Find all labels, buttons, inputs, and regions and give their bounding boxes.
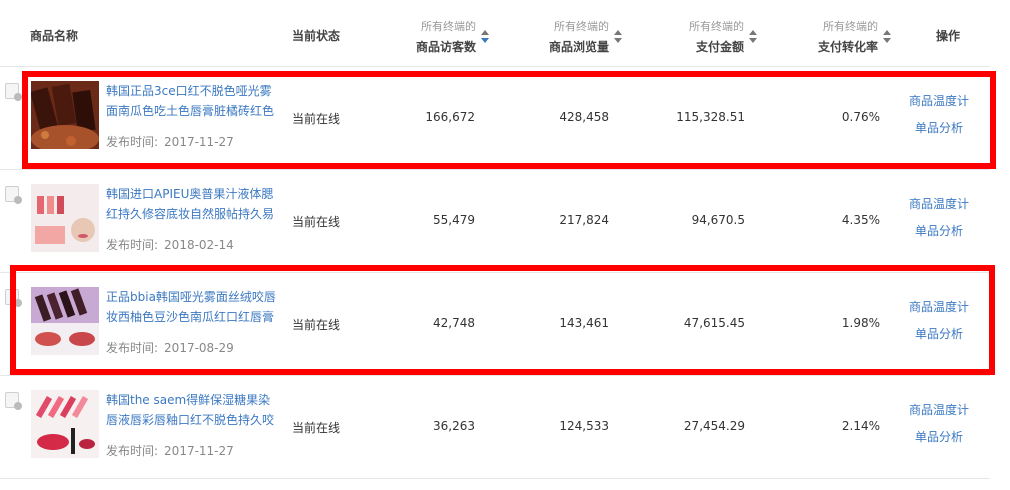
sort-icon[interactable] [748, 30, 758, 46]
row-checkbox[interactable] [5, 392, 22, 410]
row-checkbox[interactable] [5, 186, 22, 204]
check-icon [14, 196, 22, 204]
publish-date-value: 2017-11-27 [164, 135, 234, 149]
publish-date-value: 2017-11-27 [164, 444, 234, 458]
payment-value: 94,670.5 [691, 213, 745, 227]
product-thumbnail[interactable] [31, 184, 99, 252]
visitors-value: 36,263 [433, 419, 475, 433]
table-row: 韩国进口APIEU奥普果汁液体腮红持久修容底妆自然服帖持久易 发布时间: 2018… [0, 170, 990, 273]
publish-date-label: 发布时间: [106, 341, 159, 355]
column-header-views[interactable]: 所有终端的 商品浏览量 [503, 0, 623, 66]
publish-date-label: 发布时间: [106, 444, 159, 458]
status-text: 当前在线 [292, 112, 341, 126]
conversion-value: 2.14% [841, 419, 880, 433]
visitors-value: 42,748 [433, 316, 475, 330]
publish-date-label: 发布时间: [106, 135, 159, 149]
views-value: 124,533 [559, 419, 609, 433]
thermometer-link[interactable]: 商品温度计 [909, 298, 969, 315]
views-value: 217,824 [559, 213, 609, 227]
visitors-value: 55,479 [433, 213, 475, 227]
publish-date: 发布时间: 2018-02-14 [106, 236, 234, 253]
conversion-value: 1.98% [841, 316, 880, 330]
publish-date: 发布时间: 2017-08-29 [106, 339, 234, 356]
payment-value: 115,328.51 [676, 110, 745, 124]
publish-date-value: 2018-02-14 [164, 238, 234, 252]
product-title-link[interactable]: 韩国进口APIEU奥普果汁液体腮红持久修容底妆自然服帖持久易 [106, 184, 278, 224]
publish-date: 发布时间: 2017-11-27 [106, 133, 234, 150]
conversion-value: 0.76% [841, 110, 880, 124]
column-header-visitors-label: 商品访客数 [415, 40, 476, 54]
conversion-value: 4.35% [841, 213, 880, 227]
check-icon [14, 299, 22, 307]
table-row: 韩国正品3ce口红不脱色哑光雾面南瓜色吃土色唇膏脏橘砖红色 发布时间: 2017-… [0, 67, 990, 170]
thermometer-link[interactable]: 商品温度计 [909, 401, 969, 418]
payment-value: 47,615.45 [683, 316, 745, 330]
item-analysis-link[interactable]: 单品分析 [915, 222, 963, 239]
column-header-payment[interactable]: 所有终端的 支付金额 [638, 0, 758, 66]
publish-date: 发布时间: 2017-11-27 [106, 442, 234, 459]
thermometer-link[interactable]: 商品温度计 [909, 92, 969, 109]
column-header-conversion-sub: 所有终端的 [823, 20, 878, 33]
row-checkbox[interactable] [5, 289, 22, 307]
column-header-views-sub: 所有终端的 [554, 20, 609, 33]
product-thumbnail[interactable] [31, 390, 99, 458]
product-thumbnail[interactable] [31, 81, 99, 149]
product-thumbnail[interactable] [31, 287, 99, 355]
table-row: 韩国the saem得鲜保湿糖果染唇液唇彩唇釉口红不脱色持久咬唇 发布时间: 20… [0, 376, 990, 479]
sort-icon[interactable] [613, 30, 623, 46]
views-value: 428,458 [559, 110, 609, 124]
sort-icon[interactable] [480, 30, 490, 46]
check-icon [14, 402, 22, 410]
status-text: 当前在线 [292, 215, 341, 229]
views-value: 143,461 [559, 316, 609, 330]
column-header-conversion-label: 支付转化率 [817, 40, 878, 54]
status-text: 当前在线 [292, 318, 341, 332]
column-header-payment-label: 支付金额 [695, 40, 744, 54]
publish-date-value: 2017-08-29 [164, 341, 234, 355]
row-checkbox[interactable] [5, 83, 22, 101]
column-header-visitors[interactable]: 所有终端的 商品访客数 [370, 0, 490, 66]
check-icon [14, 93, 22, 101]
status-text: 当前在线 [292, 421, 341, 435]
sort-icon[interactable] [882, 30, 892, 46]
product-title-link[interactable]: 韩国the saem得鲜保湿糖果染唇液唇彩唇釉口红不脱色持久咬唇 [106, 390, 278, 430]
table-header: 商品名称 当前状态 所有终端的 商品访客数 所有终端的 商品浏览量 所有终端的 … [0, 0, 990, 67]
item-analysis-link[interactable]: 单品分析 [915, 428, 963, 445]
publish-date-label: 发布时间: [106, 238, 159, 252]
column-header-payment-sub: 所有终端的 [689, 20, 744, 33]
product-title-link[interactable]: 韩国正品3ce口红不脱色哑光雾面南瓜色吃土色唇膏脏橘砖红色 [106, 81, 278, 121]
table-row: 正品bbia韩国哑光雾面丝绒咬唇妆西柚色豆沙色南瓜红口红唇膏 发布时间: 2017… [0, 273, 990, 376]
payment-value: 27,454.29 [683, 419, 745, 433]
column-header-views-label: 商品浏览量 [548, 40, 609, 54]
visitors-value: 166,672 [425, 110, 475, 124]
item-analysis-link[interactable]: 单品分析 [915, 119, 963, 136]
product-title-link[interactable]: 正品bbia韩国哑光雾面丝绒咬唇妆西柚色豆沙色南瓜红口红唇膏 [106, 287, 278, 327]
column-header-visitors-sub: 所有终端的 [421, 20, 476, 33]
column-header-conversion[interactable]: 所有终端的 支付转化率 [772, 0, 892, 66]
thermometer-link[interactable]: 商品温度计 [909, 195, 969, 212]
item-analysis-link[interactable]: 单品分析 [915, 325, 963, 342]
